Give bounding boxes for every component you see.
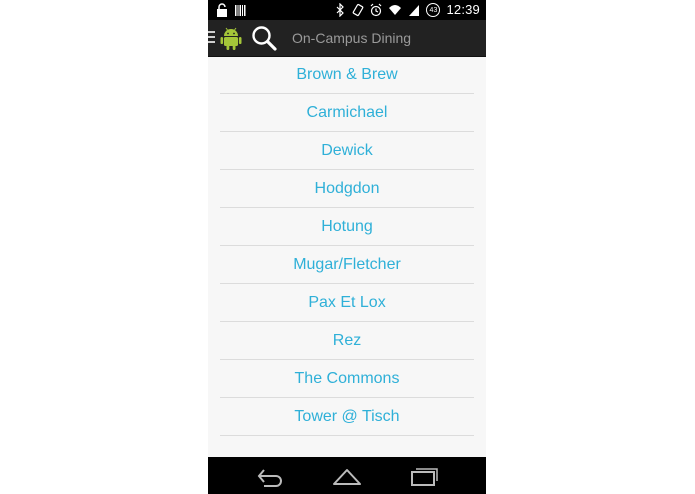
wifi-icon: [389, 5, 402, 15]
list-item[interactable]: Mugar/Fletcher: [220, 246, 474, 284]
battery-level: 43: [429, 7, 438, 14]
list-item[interactable]: Pax Et Lox: [220, 284, 474, 322]
list-item[interactable]: Carmichael: [220, 94, 474, 132]
dining-hall-list: Brown & Brew Carmichael Dewick Hodgdon H…: [220, 56, 474, 436]
list-item[interactable]: Rez: [220, 322, 474, 360]
navigation-bar: [208, 457, 486, 494]
list-item[interactable]: Dewick: [220, 132, 474, 170]
bluetooth-icon: [337, 3, 345, 17]
drawer-menu-icon[interactable]: [208, 30, 216, 44]
status-time: 12:39: [446, 2, 480, 17]
list-item[interactable]: Brown & Brew: [220, 56, 474, 94]
android-robot-icon[interactable]: [220, 25, 242, 51]
action-bar: On-Campus Dining: [208, 20, 486, 57]
list-item[interactable]: The Commons: [220, 360, 474, 398]
home-icon[interactable]: [331, 464, 363, 488]
unlock-icon: [217, 3, 227, 17]
status-left-icons: [216, 3, 246, 17]
list-item[interactable]: Tower @ Tisch: [220, 398, 474, 436]
search-icon[interactable]: [251, 25, 277, 51]
battery-icon: 43: [426, 3, 441, 17]
list-item[interactable]: Hodgdon: [220, 170, 474, 208]
alarm-icon: [371, 3, 382, 17]
barcode-icon: [235, 5, 246, 16]
app-title: On-Campus Dining: [292, 30, 412, 46]
status-right-icons: 43 12:39: [334, 2, 480, 18]
status-bar: 43 12:39: [208, 0, 486, 20]
vibrate-icon: [353, 3, 364, 17]
phone-screen: 43 12:39 On-Campus Dining Brown & Brew C…: [208, 0, 486, 494]
list-item[interactable]: Hotung: [220, 208, 474, 246]
signal-icon: [409, 5, 420, 16]
recent-apps-icon[interactable]: [408, 464, 440, 488]
back-icon[interactable]: [254, 464, 286, 488]
